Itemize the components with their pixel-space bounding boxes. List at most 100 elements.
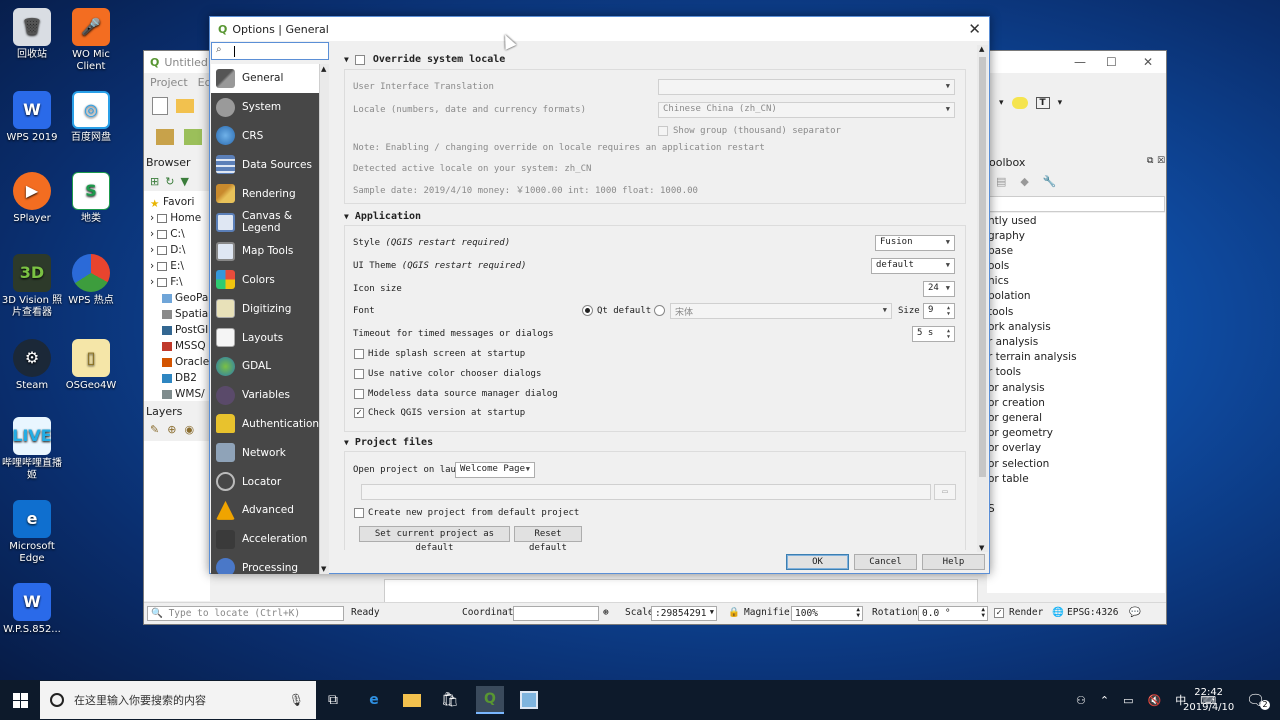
browser-item-postgis[interactable]: PostGI <box>162 324 208 336</box>
desktop-icon-3d-vision[interactable]: 3D 3D Vision 照片查看器 <box>0 254 64 319</box>
category-locator[interactable]: Locator <box>211 467 319 496</box>
toolbox-item[interactable]: ools <box>988 260 1009 272</box>
category-processing[interactable]: Processing <box>211 554 319 574</box>
store-icon[interactable]: 🛍 <box>436 686 464 714</box>
crs-globe-icon[interactable]: 🌐 <box>1052 607 1064 618</box>
browser-item-wms[interactable]: WMS/ <box>162 388 205 400</box>
section-locale-header[interactable]: ▼ Override system locale <box>344 54 505 65</box>
desktop-icon-edge[interactable]: e Microsoft Edge <box>0 500 64 565</box>
microphone-icon[interactable]: 🎙 <box>289 693 304 707</box>
desktop-icon-osgeo4w[interactable]: ▯ OSGeo4W <box>59 339 123 392</box>
browser-item-home[interactable]: › Home <box>150 212 201 224</box>
browser-item-favorites[interactable]: ★ Favori <box>150 196 194 210</box>
toolbox-item[interactable]: r analysis <box>988 336 1038 348</box>
coordinate-input[interactable] <box>513 606 599 621</box>
browse-folder-icon[interactable]: ▭ <box>934 484 956 500</box>
map-canvas[interactable] <box>384 579 978 603</box>
section-application-header[interactable]: ▼ Application <box>344 211 421 222</box>
desktop-icon-wo-mic[interactable]: 🎤 WO Mic Client <box>59 8 123 73</box>
desktop-icon-recycle-bin[interactable]: 🗑 回收站 <box>0 8 64 61</box>
group-separator-checkbox[interactable] <box>658 126 668 136</box>
toolbox-item[interactable]: tools <box>988 306 1013 318</box>
hide-splash-checkbox[interactable] <box>354 349 364 359</box>
category-digitizing[interactable]: Digitizing <box>211 294 319 323</box>
desktop-icon-wps-hotspot[interactable]: WPS 热点 <box>59 254 123 307</box>
category-general[interactable]: General <box>211 64 319 93</box>
toolbox-item[interactable]: hics <box>988 275 1009 287</box>
scroll-thumb[interactable] <box>979 57 986 477</box>
tray-chat-icon[interactable]: ▭ <box>1123 694 1133 707</box>
toolbox-history-icon[interactable]: ▤ <box>996 175 1006 188</box>
crs-label[interactable]: EPSG:4326 <box>1067 607 1118 618</box>
section-project-header[interactable]: ▼ Project files <box>344 437 433 448</box>
desktop-icon-splayer[interactable]: ▶ SPlayer <box>0 172 64 225</box>
lock-icon[interactable]: 🔒 <box>728 607 740 618</box>
add-group-icon[interactable]: ⊕ <box>167 423 176 436</box>
toolbox-item[interactable]: or selection <box>988 458 1049 470</box>
text-annotation-icon[interactable]: T <box>1035 97 1050 109</box>
start-button[interactable] <box>0 680 40 720</box>
browser-item-geopackage[interactable]: GeoPa <box>162 292 208 304</box>
scale-combo[interactable]: :29854291 ▼ <box>651 606 717 621</box>
toolbox-item[interactable]: ork analysis <box>988 321 1051 333</box>
qgis-taskbar-icon[interactable]: Q <box>476 686 504 714</box>
chevron-down-icon[interactable]: ▾ <box>1058 98 1063 108</box>
create-default-checkbox[interactable] <box>354 508 364 518</box>
file-explorer-icon[interactable] <box>398 686 426 714</box>
dock-close-icon[interactable]: ☒ <box>1157 156 1165 166</box>
filter-icon[interactable]: ▼ <box>180 175 188 188</box>
close-icon[interactable]: ✕ <box>1143 55 1153 69</box>
people-icon[interactable]: ⚇ <box>1076 694 1086 707</box>
timeout-spinbox[interactable]: 5 s ▲ ▼ <box>912 326 955 342</box>
open-project-combo[interactable]: Welcome Page ▼ <box>455 462 535 478</box>
font-size-spinbox[interactable]: 9 ▲ ▼ <box>923 303 955 319</box>
ui-theme-combo[interactable]: default ▼ <box>871 258 955 274</box>
desktop-icon-dilei[interactable]: S 地类 <box>59 172 123 225</box>
ui-translation-combo[interactable]: ▼ <box>658 79 955 95</box>
refresh-icon[interactable]: ↻ <box>165 175 174 188</box>
browser-item-spatialite[interactable]: Spatia <box>162 308 208 320</box>
browser-item-db2[interactable]: DB2 <box>162 372 197 384</box>
category-crs[interactable]: CRS <box>211 122 319 151</box>
check-version-checkbox[interactable]: ✓ <box>354 408 364 418</box>
font-custom-radio[interactable] <box>654 305 665 316</box>
scroll-down-icon[interactable]: ▼ <box>321 565 326 573</box>
toolbox-search[interactable] <box>987 196 1165 212</box>
photos-taskbar-icon[interactable] <box>515 686 543 714</box>
speech-bubble-icon[interactable] <box>1011 97 1028 109</box>
toolbox-item[interactable]: r terrain analysis <box>988 351 1077 363</box>
locale-combo[interactable]: Chinese China (zh_CN) ▼ <box>658 102 955 118</box>
category-authentication[interactable]: Authentication <box>211 410 319 439</box>
reset-default-button[interactable]: Reset default <box>514 526 582 550</box>
desktop-icon-steam[interactable]: ⚙ Steam <box>0 339 64 392</box>
dock-float-icon[interactable]: ⧉ <box>1147 156 1153 166</box>
category-gdal[interactable]: GDAL <box>211 352 319 381</box>
native-color-checkbox[interactable] <box>354 369 364 379</box>
help-button[interactable]: Help <box>922 554 985 570</box>
modeless-dsm-checkbox[interactable] <box>354 389 364 399</box>
add-layer-icon[interactable] <box>156 129 174 145</box>
toolbox-item[interactable]: or analysis <box>988 382 1045 394</box>
locate-input[interactable]: 🔍 Type to locate (Ctrl+K) <box>147 606 344 621</box>
add-vector-icon[interactable] <box>184 129 202 145</box>
category-map-tools[interactable]: Map Tools <box>211 237 319 266</box>
action-center-button[interactable]: 🗨 2 <box>1246 680 1270 720</box>
toolbox-item[interactable]: or general <box>988 412 1042 424</box>
minimize-icon[interactable]: — <box>1074 55 1086 69</box>
icon-size-combo[interactable]: 24 ▼ <box>923 281 955 297</box>
content-scrollbar[interactable]: ▲ ▼ <box>977 45 988 552</box>
rotation-spinbox[interactable]: 0.0 ° ▲ ▼ <box>918 606 988 621</box>
messages-icon[interactable]: 💬 <box>1129 607 1141 618</box>
category-canvas-legend[interactable]: Canvas & Legend <box>211 208 319 237</box>
open-project-icon[interactable] <box>176 99 194 113</box>
category-scrollbar[interactable]: ▲ ▼ <box>319 64 329 574</box>
scroll-down-icon[interactable]: ▼ <box>979 544 984 552</box>
toolbox-item[interactable]: or table <box>988 473 1029 485</box>
new-project-icon[interactable] <box>152 97 168 115</box>
maximize-icon[interactable]: ☐ <box>1106 55 1117 69</box>
tray-overflow-icon[interactable]: ⌃ <box>1100 694 1109 707</box>
annotation-icon[interactable]: ▾ <box>999 98 1004 108</box>
category-data-sources[interactable]: Data Sources <box>211 150 319 179</box>
category-layouts[interactable]: Layouts <box>211 323 319 352</box>
toolbox-item[interactable]: base <box>988 245 1013 257</box>
